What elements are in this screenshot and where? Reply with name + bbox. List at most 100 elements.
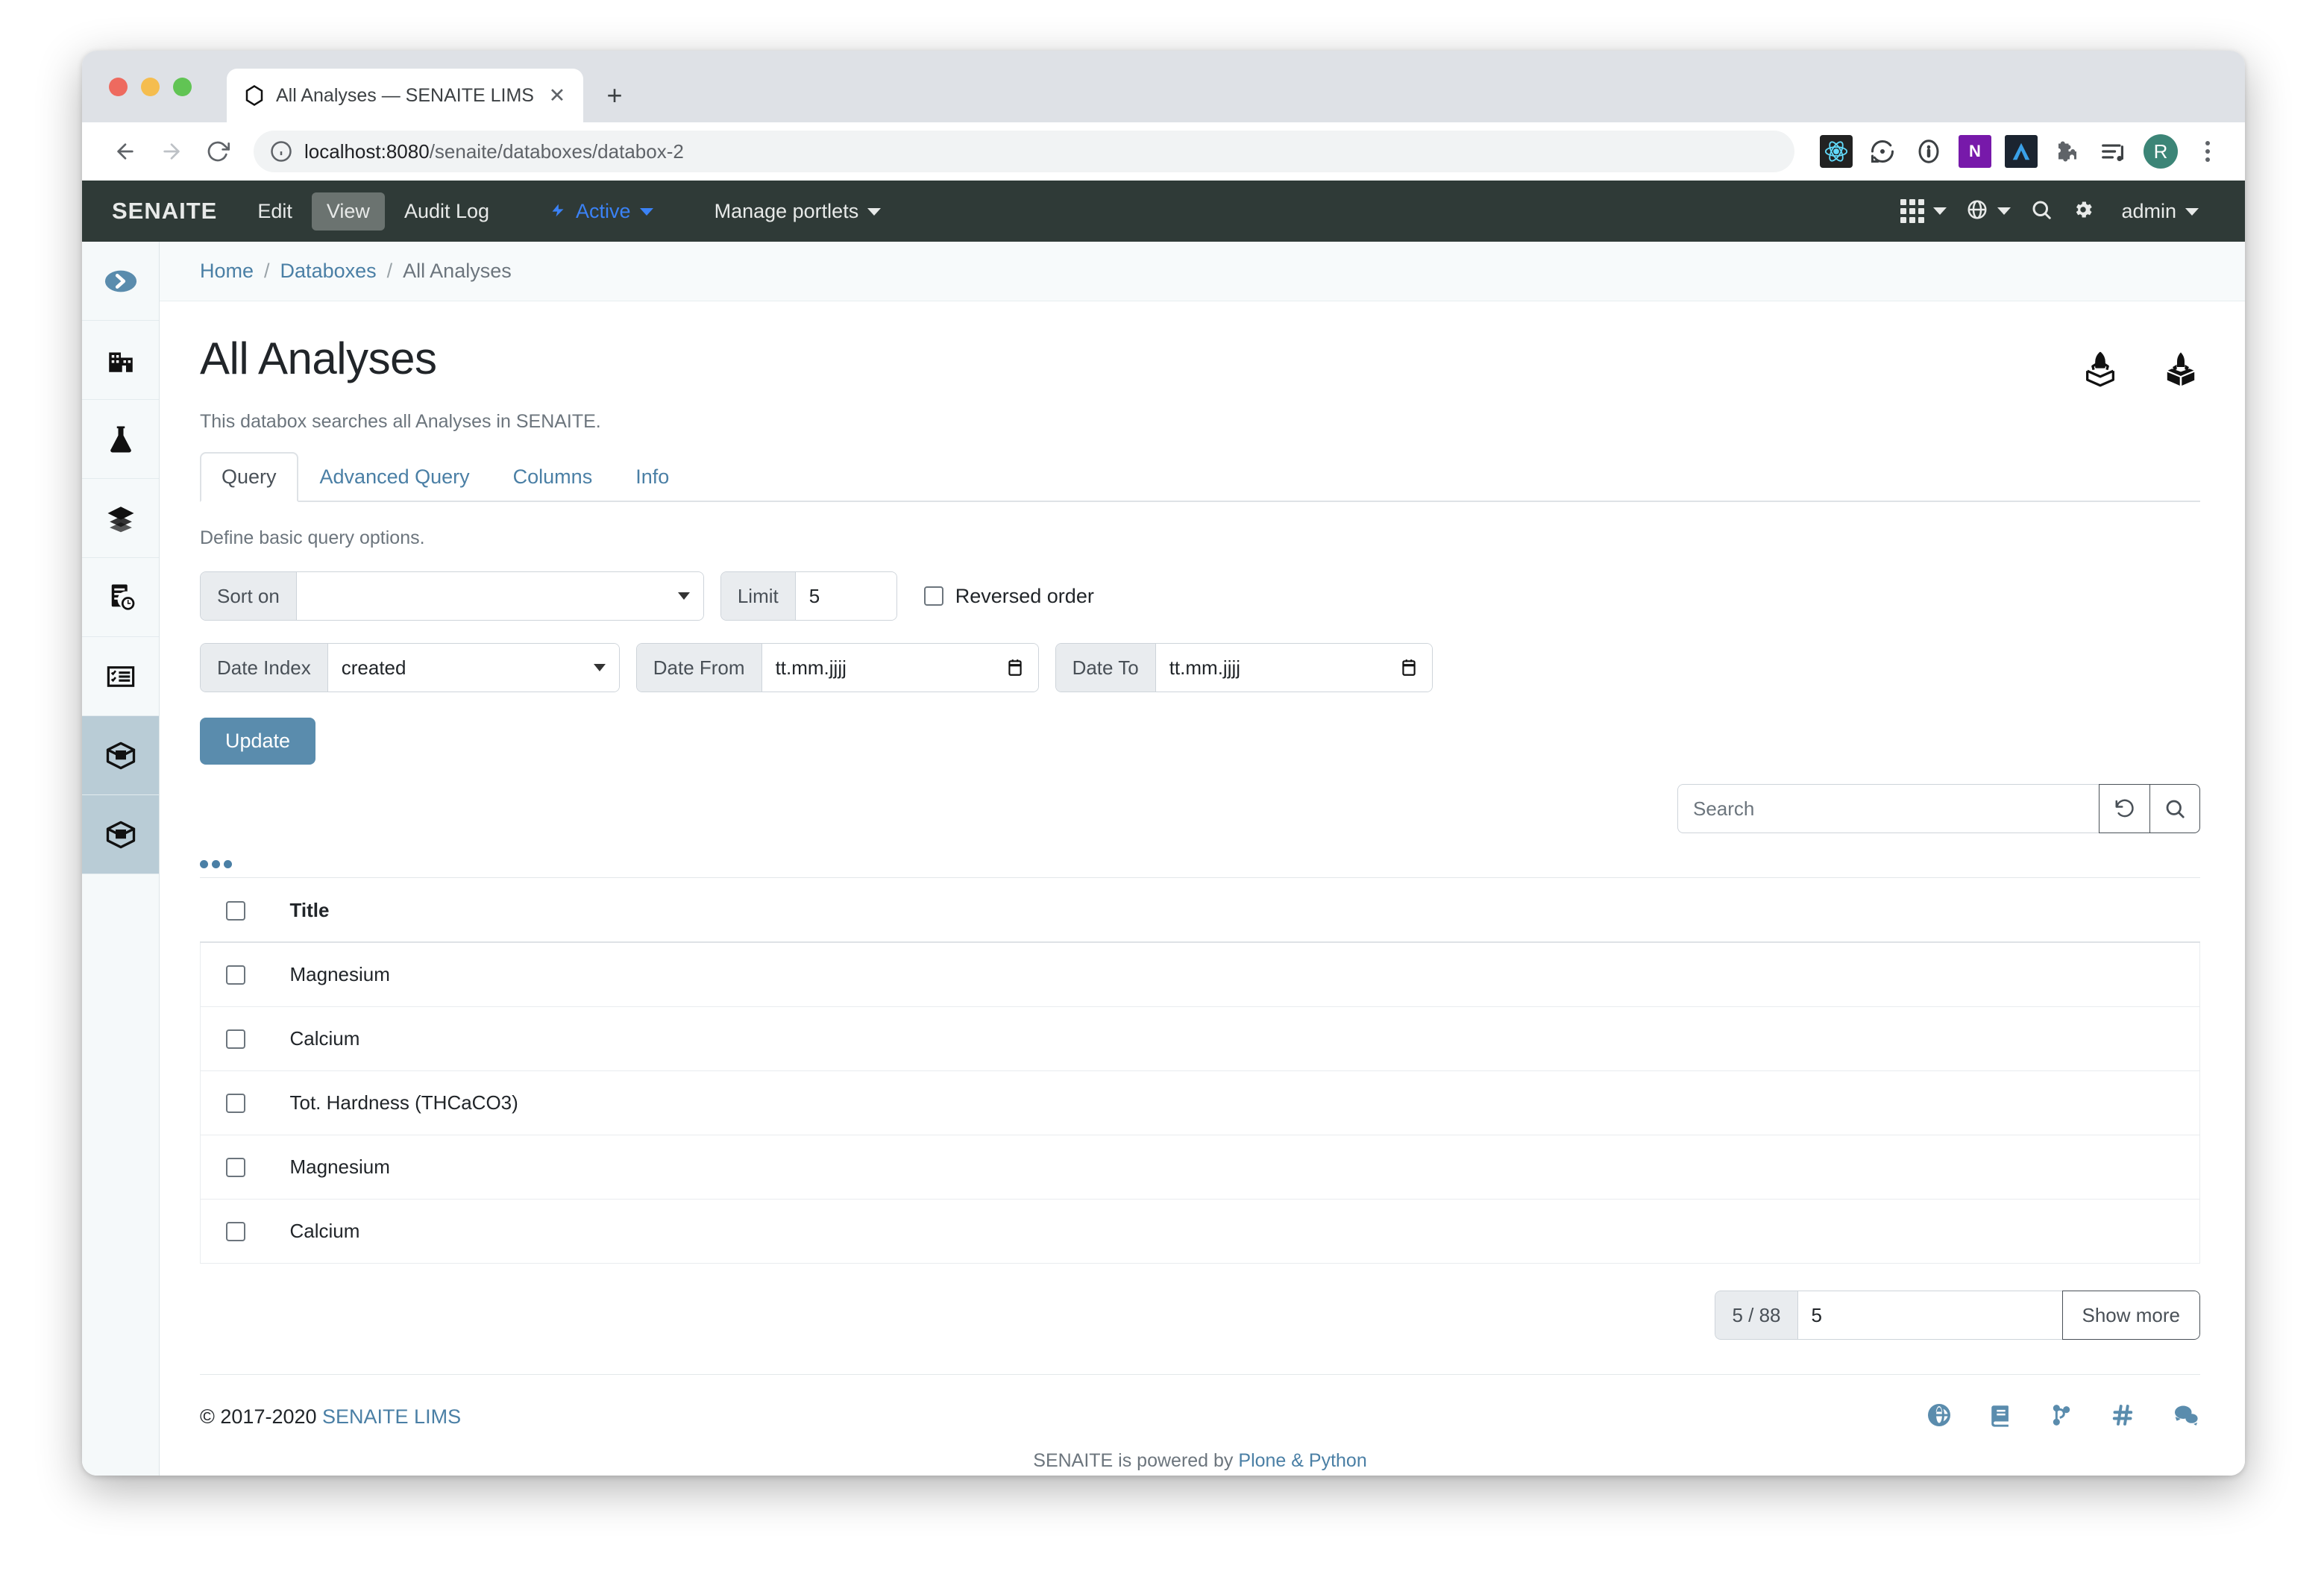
address-bar[interactable]: localhost:8080/senaite/databoxes/databox…: [254, 131, 1794, 172]
calendar-icon-to[interactable]: [1387, 656, 1419, 679]
sync-extension-icon[interactable]: [1866, 135, 1899, 168]
book-icon-footer[interactable]: [1988, 1402, 2014, 1432]
browser-tab[interactable]: All Analyses — SENAITE LIMS ✕: [227, 69, 583, 122]
settings-button[interactable]: [2064, 192, 2102, 231]
search-input[interactable]: [1677, 784, 2099, 833]
onenote-extension-icon[interactable]: N: [1959, 135, 1991, 168]
date-index-select[interactable]: created: [327, 644, 619, 692]
chevron-down-icon-4: [1997, 207, 2011, 215]
search-button[interactable]: [2023, 192, 2060, 231]
sidebar-item-databoxes[interactable]: [82, 716, 159, 795]
senaite-logo[interactable]: SENAITE: [112, 198, 217, 225]
row-checkbox[interactable]: [226, 1093, 245, 1113]
nav-user-menu[interactable]: admin: [2106, 192, 2214, 231]
profile-avatar[interactable]: R: [2144, 134, 2178, 169]
row-checkbox[interactable]: [226, 1221, 245, 1241]
new-tab-button[interactable]: +: [598, 79, 631, 112]
table-row[interactable]: Magnesium: [200, 1135, 2200, 1200]
site-info-icon[interactable]: [270, 140, 292, 163]
table-row[interactable]: Magnesium: [200, 942, 2200, 1007]
tab-columns[interactable]: Columns: [492, 452, 615, 502]
tab-advanced-query[interactable]: Advanced Query: [298, 452, 492, 502]
column-header-title[interactable]: Title: [289, 878, 2200, 943]
pagination-input[interactable]: [1797, 1291, 2062, 1340]
react-devtools-extension-icon[interactable]: [1820, 135, 1853, 168]
row-checkbox[interactable]: [226, 1157, 245, 1177]
row-title-cell: Tot. Hardness (THCaCO3): [289, 1070, 2200, 1135]
hashtag-icon-footer[interactable]: [2109, 1402, 2136, 1432]
tab-query[interactable]: Query: [200, 452, 298, 502]
sidebar-item-clients[interactable]: [82, 321, 159, 400]
date-to-label: Date To: [1055, 644, 1156, 692]
search-reset-button[interactable]: [2099, 784, 2149, 833]
sort-on-select[interactable]: [296, 572, 703, 620]
breadcrumb-home[interactable]: Home: [200, 260, 254, 283]
select-all-checkbox[interactable]: [225, 900, 245, 921]
date-from-input[interactable]: tt.mm.jjjj: [761, 644, 1038, 692]
back-button[interactable]: [104, 131, 146, 172]
nav-status-active[interactable]: Active: [536, 192, 668, 231]
window-controls[interactable]: [109, 78, 192, 96]
nav-edit[interactable]: Edit: [242, 192, 307, 231]
lightning-icon: [550, 200, 576, 222]
rocket-box-outline-icon[interactable]: [2081, 349, 2120, 392]
table-row[interactable]: Calcium: [200, 1006, 2200, 1071]
browser-menu-icon[interactable]: [2191, 141, 2224, 162]
show-more-button[interactable]: Show more: [2061, 1291, 2200, 1340]
forward-button[interactable]: [151, 131, 192, 172]
reload-button[interactable]: [197, 131, 239, 172]
reversed-order-wrap[interactable]: Reversed order: [923, 584, 1094, 608]
limit-input[interactable]: 5: [795, 572, 896, 620]
sidebar-item-databox-current[interactable]: [82, 795, 159, 874]
date-to-input[interactable]: tt.mm.jjjj: [1155, 644, 1432, 692]
calendar-icon-from[interactable]: [993, 656, 1025, 679]
row-select-cell: [200, 942, 290, 1007]
comments-icon-footer[interactable]: [2172, 1402, 2200, 1432]
extensions-puzzle-icon[interactable]: [2051, 135, 2084, 168]
row-select-cell: [200, 1135, 290, 1200]
row-checkbox[interactable]: [226, 965, 245, 985]
maximize-window-button[interactable]: [173, 78, 192, 96]
password-manager-extension-icon[interactable]: [1912, 135, 1945, 168]
nav-portlets-label: Manage portlets: [714, 199, 859, 222]
search-submit-button[interactable]: [2149, 784, 2200, 833]
footer-brand-link[interactable]: SENAITE LIMS: [322, 1405, 461, 1428]
sort-on-label: Sort on: [201, 572, 297, 620]
nav-manage-portlets[interactable]: Manage portlets: [700, 192, 896, 231]
nav-audit-log[interactable]: Audit Log: [389, 192, 504, 231]
row-title-cell: Magnesium: [289, 1135, 2200, 1200]
breadcrumb-databoxes[interactable]: Databoxes: [280, 260, 377, 283]
nav-view[interactable]: View: [311, 192, 385, 231]
media-playlist-icon[interactable]: [2097, 135, 2130, 168]
sidebar-item-worksheets[interactable]: [82, 558, 159, 637]
rocket-box-filled-icon[interactable]: [2161, 349, 2200, 392]
apps-grid-button[interactable]: [1893, 193, 1954, 229]
more-options-icon[interactable]: [200, 860, 2200, 868]
update-button[interactable]: Update: [200, 718, 316, 765]
globe-icon-footer[interactable]: [1926, 1402, 1953, 1432]
select-all-header: [200, 878, 290, 943]
senaite-favicon-icon: [243, 84, 266, 107]
close-window-button[interactable]: [109, 78, 128, 96]
language-button[interactable]: [1959, 192, 2018, 231]
senaite-navbar: SENAITE Edit View Audit Log Active Manag…: [82, 181, 2245, 242]
nav-status-label: Active: [576, 199, 631, 222]
chevron-down-icon-dateindex: [593, 664, 606, 671]
table-row[interactable]: Calcium: [200, 1199, 2200, 1264]
page-viewport: SENAITE Edit View Audit Log Active Manag…: [82, 181, 2245, 1476]
tab-info[interactable]: Info: [614, 452, 691, 502]
table-row[interactable]: Tot. Hardness (THCaCO3): [200, 1070, 2200, 1135]
dark-reader-extension-icon[interactable]: [2005, 135, 2038, 168]
sidebar-item-batches[interactable]: [82, 479, 159, 558]
row-checkbox[interactable]: [226, 1029, 245, 1049]
minimize-window-button[interactable]: [141, 78, 160, 96]
reversed-order-label: Reversed order: [955, 584, 1094, 607]
sidebar-item-samples[interactable]: [82, 400, 159, 479]
powered-by-link[interactable]: Plone & Python: [1238, 1450, 1366, 1471]
close-tab-icon[interactable]: ✕: [544, 83, 570, 108]
reversed-order-checkbox[interactable]: [923, 586, 943, 606]
breadcrumb-separator-2: /: [386, 260, 393, 282]
code-branch-icon-footer[interactable]: [2050, 1402, 2073, 1432]
sidebar-item-toggle[interactable]: [82, 242, 159, 321]
sidebar-item-tasks[interactable]: [82, 637, 159, 716]
